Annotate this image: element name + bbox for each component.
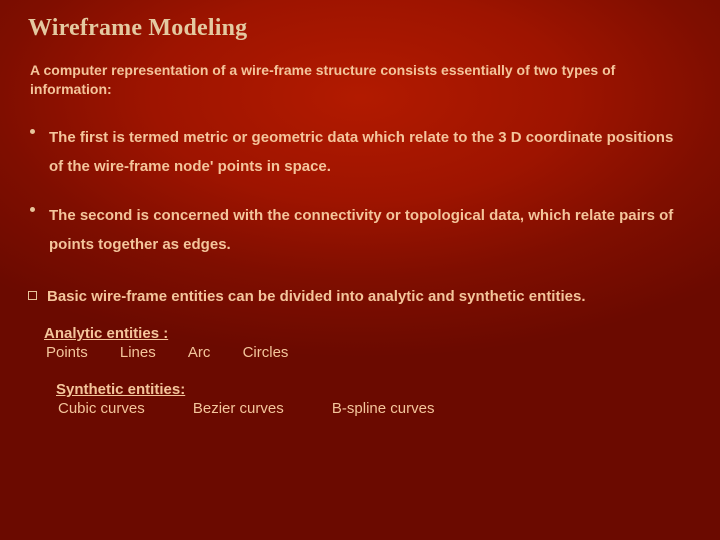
synthetic-heading: Synthetic entities:: [56, 381, 692, 398]
square-bullet-item: Basic wire-frame entities can be divided…: [28, 286, 692, 308]
analytic-item: Lines: [120, 344, 156, 361]
bullet-item-2: The second is concerned with the connect…: [30, 201, 692, 260]
bullet-dot-icon: [30, 207, 35, 212]
analytic-item: Circles: [243, 344, 289, 361]
synthetic-item: Cubic curves: [58, 400, 145, 417]
bullet-text: The second is concerned with the connect…: [49, 201, 692, 260]
analytic-item: Points: [46, 344, 88, 361]
bullet-dot-icon: [30, 129, 35, 134]
bullet-text: The first is termed metric or geometric …: [49, 123, 692, 182]
analytic-item: Arc: [188, 344, 211, 361]
slide-wireframe-modeling: Wireframe Modeling A computer representa…: [0, 0, 720, 540]
slide-title: Wireframe Modeling: [28, 14, 692, 43]
synthetic-list: Cubic curves Bezier curves B-spline curv…: [58, 400, 692, 417]
square-bullet-icon: [28, 291, 37, 300]
analytic-heading: Analytic entities :: [44, 325, 692, 342]
synthetic-item: Bezier curves: [193, 400, 284, 417]
bullet-item-1: The first is termed metric or geometric …: [30, 123, 692, 182]
analytic-list: Points Lines Arc Circles: [46, 344, 692, 361]
square-bullet-text: Basic wire-frame entities can be divided…: [47, 286, 586, 308]
intro-paragraph: A computer representation of a wire-fram…: [30, 61, 690, 99]
synthetic-item: B-spline curves: [332, 400, 435, 417]
